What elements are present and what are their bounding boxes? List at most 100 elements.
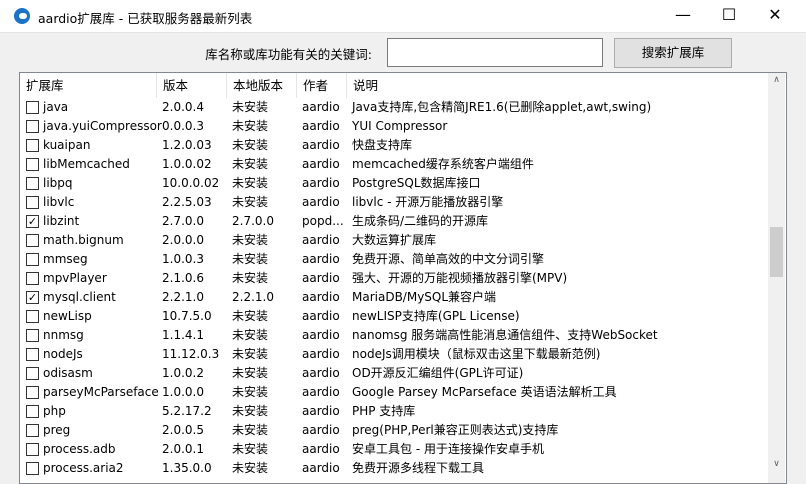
library-version: 2.7.0.0 [162, 214, 204, 228]
row-checkbox[interactable] [26, 310, 39, 323]
row-checkbox[interactable]: ✓ [26, 291, 39, 304]
app-icon [14, 8, 30, 24]
library-author: aardio [302, 385, 340, 399]
table-row[interactable]: ✓ mysql.client 2.2.1.0 2.2.1.0 aardio Ma… [20, 288, 768, 307]
row-checkbox[interactable] [26, 367, 39, 380]
library-description: 强大、开源的万能视频播放器引擎(MPV) [352, 271, 568, 285]
library-name: java [43, 100, 69, 114]
library-description: PHP 支持库 [352, 404, 416, 418]
row-checkbox[interactable] [26, 272, 39, 285]
scroll-down-icon[interactable]: ∨ [768, 459, 785, 469]
library-description: libvlc - 开源万能播放器引擎 [352, 195, 504, 209]
library-version: 1.35.0.0 [162, 461, 212, 475]
local-version: 未安装 [232, 233, 269, 247]
library-description: MariaDB/MySQL兼容户端 [352, 290, 497, 304]
close-button[interactable]: ✕ [752, 0, 798, 32]
local-version: 未安装 [232, 119, 269, 133]
row-checkbox[interactable] [26, 253, 39, 266]
library-version: 10.7.5.0 [162, 309, 212, 323]
table-row[interactable]: odisasm 1.0.0.2 未安装 aardio OD开源反汇编组件(GPL… [20, 364, 768, 383]
library-version: 5.2.17.2 [162, 404, 212, 418]
row-checkbox[interactable] [26, 405, 39, 418]
library-author: aardio [302, 366, 340, 380]
table-row[interactable]: process.adb 2.0.0.1 未安装 aardio 安卓工具包 - 用… [20, 440, 768, 459]
library-author: aardio [302, 423, 340, 437]
library-version: 1.0.0.02 [162, 157, 212, 171]
library-version: 2.0.0.0 [162, 233, 204, 247]
maximize-button[interactable]: ☐ [706, 0, 752, 32]
column-header-version[interactable]: 版本 [157, 73, 227, 98]
library-author: aardio [302, 195, 340, 209]
library-author: aardio [302, 442, 340, 456]
row-checkbox[interactable] [26, 329, 39, 342]
library-name: nnmsg [43, 328, 84, 342]
table-row[interactable]: process.aria2 1.35.0.0 未安装 aardio 免费开源多线… [20, 459, 768, 478]
row-checkbox[interactable] [26, 348, 39, 361]
minimize-button[interactable]: — [660, 0, 706, 32]
library-name: parseyMcParseface [43, 385, 159, 399]
column-header-author[interactable]: 作者 [297, 73, 347, 98]
library-name: php [43, 404, 66, 418]
column-header-local-version[interactable]: 本地版本 [227, 73, 297, 98]
library-author: aardio [302, 461, 340, 475]
search-button[interactable]: 搜索扩展库 [614, 38, 732, 68]
table-row[interactable]: java 2.0.0.4 未安装 aardio Java支持库,包含精简JRE1… [20, 98, 768, 117]
row-checkbox[interactable] [26, 177, 39, 190]
library-name: java.yuiCompressor [43, 119, 162, 133]
library-list[interactable]: 扩展库 版本 本地版本 作者 说明 java 2.0.0.4 未安装 aardi… [19, 72, 787, 484]
library-version: 1.2.0.03 [162, 138, 212, 152]
table-row[interactable]: preg 2.0.0.5 未安装 aardio preg(PHP,Perl兼容正… [20, 421, 768, 440]
library-author: aardio [302, 176, 340, 190]
library-description: preg(PHP,Perl兼容正则表达式)支持库 [352, 423, 559, 437]
row-checkbox[interactable] [26, 196, 39, 209]
table-row[interactable]: libpq 10.0.0.02 未安装 aardio PostgreSQL数据库… [20, 174, 768, 193]
library-author: aardio [302, 328, 340, 342]
vertical-scrollbar[interactable]: ∧ ∨ [768, 73, 785, 483]
library-name: newLisp [43, 309, 92, 323]
table-row[interactable]: libMemcached 1.0.0.02 未安装 aardio memcach… [20, 155, 768, 174]
library-author: popd... [302, 214, 344, 228]
row-checkbox[interactable] [26, 139, 39, 152]
search-input[interactable] [387, 38, 603, 67]
table-row[interactable]: mpvPlayer 2.1.0.6 未安装 aardio 强大、开源的万能视频播… [20, 269, 768, 288]
library-version: 2.2.5.03 [162, 195, 212, 209]
table-row[interactable]: php 5.2.17.2 未安装 aardio PHP 支持库 [20, 402, 768, 421]
row-checkbox[interactable] [26, 462, 39, 475]
library-description: 免费开源、简单高效的中文分词引擎 [352, 252, 545, 266]
column-header-description[interactable]: 说明 [347, 73, 768, 98]
row-checkbox[interactable] [26, 234, 39, 247]
table-row[interactable]: newLisp 10.7.5.0 未安装 aardio newLISP支持库(G… [20, 307, 768, 326]
table-row[interactable]: parseyMcParseface 1.0.0.0 未安装 aardio Goo… [20, 383, 768, 402]
row-checkbox[interactable] [26, 158, 39, 171]
table-row[interactable]: math.bignum 2.0.0.0 未安装 aardio 大数运算扩展库 [20, 231, 768, 250]
row-checkbox[interactable]: ✓ [26, 215, 39, 228]
local-version: 未安装 [232, 176, 269, 190]
scrollbar-thumb[interactable] [770, 226, 783, 277]
table-row[interactable]: nodeJs 11.12.0.3 未安装 aardio nodeJs调用模块（鼠… [20, 345, 768, 364]
library-name: mmseg [43, 252, 88, 266]
row-checkbox[interactable] [26, 101, 39, 114]
table-row[interactable]: mmseg 1.0.0.3 未安装 aardio 免费开源、简单高效的中文分词引… [20, 250, 768, 269]
local-version: 未安装 [232, 366, 269, 380]
table-row[interactable]: ✓ libzint 2.7.0.0 2.7.0.0 popd... 生成条码/二… [20, 212, 768, 231]
row-checkbox[interactable] [26, 120, 39, 133]
column-header-name[interactable]: 扩展库 [20, 73, 157, 98]
local-version: 2.2.1.0 [232, 290, 274, 304]
table-row[interactable]: java.yuiCompressor 0.0.0.3 未安装 aardio YU… [20, 117, 768, 136]
table-row[interactable]: nnmsg 1.1.4.1 未安装 aardio nanomsg 服务端高性能消… [20, 326, 768, 345]
library-description: OD开源反汇编组件(GPL许可证) [352, 366, 524, 380]
row-checkbox[interactable] [26, 443, 39, 456]
library-name: process.adb [43, 442, 116, 456]
library-author: aardio [302, 100, 340, 114]
scroll-up-icon[interactable]: ∧ [768, 75, 785, 85]
local-version: 未安装 [232, 138, 269, 152]
local-version: 未安装 [232, 347, 269, 361]
library-version: 10.0.0.02 [162, 176, 220, 190]
row-checkbox[interactable] [26, 424, 39, 437]
library-author: aardio [302, 157, 340, 171]
library-description: Google Parsey McParseface 英语语法解析工具 [352, 385, 617, 399]
table-row[interactable]: kuaipan 1.2.0.03 未安装 aardio 快盘支持库 [20, 136, 768, 155]
library-version: 2.1.0.6 [162, 271, 204, 285]
row-checkbox[interactable] [26, 386, 39, 399]
table-row[interactable]: libvlc 2.2.5.03 未安装 aardio libvlc - 开源万能… [20, 193, 768, 212]
